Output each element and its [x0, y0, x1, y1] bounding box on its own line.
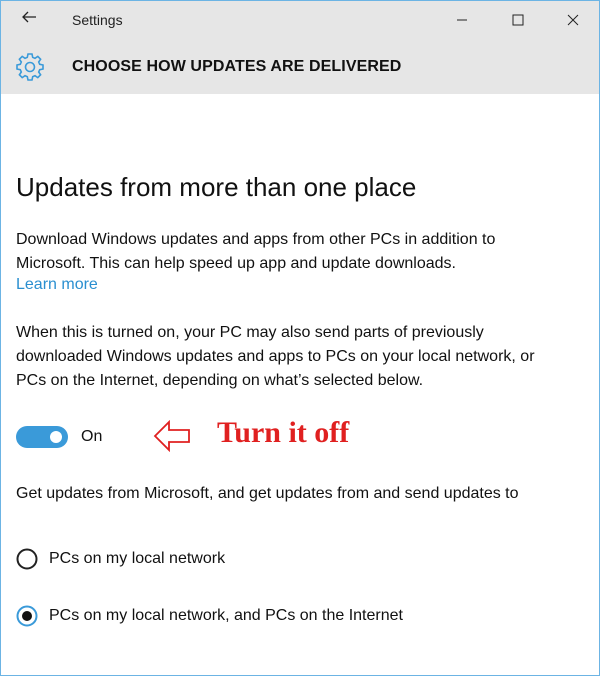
page-header: CHOOSE HOW UPDATES ARE DELIVERED [1, 39, 599, 94]
title-bar: Settings [1, 1, 599, 39]
description-text: Download Windows updates and apps from o… [16, 231, 496, 272]
annotation-text: Turn it off [217, 416, 350, 449]
options-intro-text: Get updates from Microsoft, and get upda… [16, 485, 519, 502]
close-icon [567, 14, 579, 26]
maximize-button[interactable] [495, 5, 541, 35]
radio-label-local-and-internet[interactable]: PCs on my local network, and PCs on the … [49, 607, 403, 625]
toggle-state-label: On [81, 428, 103, 445]
close-button[interactable] [550, 5, 596, 35]
delivery-optimization-toggle[interactable] [16, 426, 68, 448]
minimize-icon [457, 19, 467, 21]
maximize-icon [512, 14, 524, 26]
detail-text: When this is turned on, your PC may also… [16, 324, 535, 389]
minimize-button[interactable] [439, 5, 485, 35]
settings-window: Settings CHOOSE HOW UPDATES ARE DELIVERE… [0, 0, 600, 676]
section-heading: Updates from more than one place [16, 172, 417, 202]
app-title: Settings [72, 12, 123, 28]
arrow-left-outline-icon [153, 420, 190, 452]
radio-label-local-network[interactable]: PCs on my local network [49, 550, 225, 568]
radio-local-and-internet[interactable] [16, 605, 38, 627]
learn-more-link[interactable]: Learn more [16, 276, 98, 294]
arrow-left-icon [22, 11, 36, 23]
page-title: CHOOSE HOW UPDATES ARE DELIVERED [72, 58, 402, 75]
radio-local-network[interactable] [16, 548, 38, 570]
gear-icon [16, 53, 44, 81]
back-button[interactable] [17, 9, 41, 30]
toggle-knob [50, 431, 62, 443]
